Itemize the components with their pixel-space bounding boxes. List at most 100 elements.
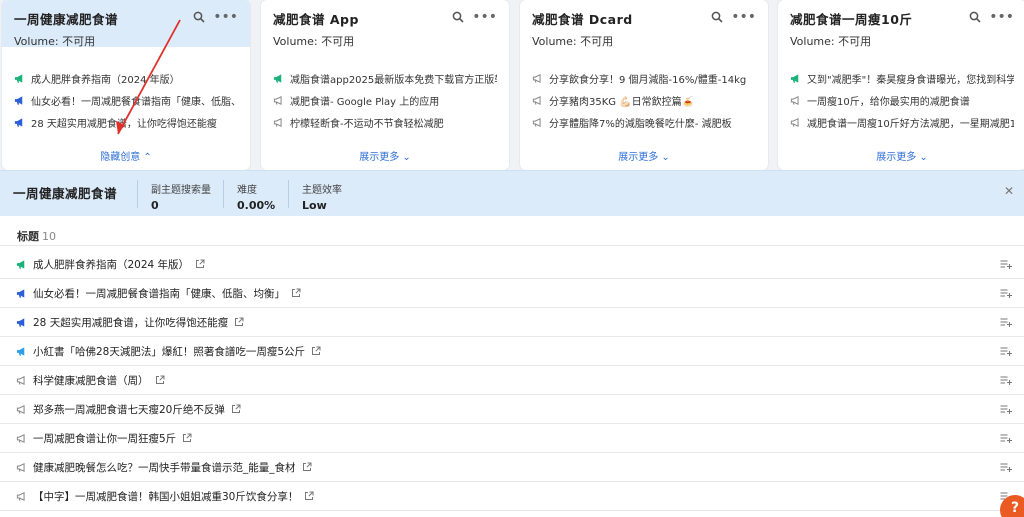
show-more-toggle[interactable]: 展示更多 ⌄ [778, 148, 1024, 163]
card-line-text: 减脂食谱app2025最新版本免费下载官方正版软件 [290, 74, 497, 86]
card-line: 28 天超实用减肥食谱，让你吃得饱还能瘦 [14, 111, 238, 133]
add-to-list-icon[interactable] [1000, 288, 1012, 299]
keyword-card-4[interactable]: 减肥食谱一周瘦10斤 Volume: 不可用 ••• 又到"减肥季"！秦昊瘦身食… [778, 0, 1024, 170]
divider [137, 180, 138, 208]
add-to-list-icon[interactable] [1000, 462, 1012, 473]
detail-header: 一周健康减肥食谱 副主题搜索量 0 难度 0.00% 主题效率 Low ✕ [0, 170, 1024, 216]
headline-text: 科学健康减肥食谱（周） [33, 374, 149, 387]
card-line: 成人肥胖食养指南（2024 年版） [14, 67, 238, 89]
card-line: 一周瘦10斤，给你最实用的减肥食谱 [790, 89, 1014, 111]
card-line: 分享體脂降7%的減脂晚餐吃什麼- 減肥板 [532, 111, 756, 133]
table-row[interactable]: 成人肥胖食养指南（2024 年版） [0, 250, 1024, 279]
topic-detail-panel: 一周健康减肥食谱 副主题搜索量 0 难度 0.00% 主题效率 Low ✕ 标题… [0, 170, 1024, 517]
headlines-section-header: 标题 10 [0, 216, 1024, 246]
search-icon[interactable] [193, 11, 205, 23]
add-to-list-icon[interactable] [1000, 433, 1012, 444]
show-more-toggle[interactable]: 展示更多 ⌄ [261, 148, 509, 163]
more-options-icon[interactable]: ••• [989, 10, 1014, 24]
megaphone-outline-icon [273, 117, 282, 127]
external-link-icon[interactable] [302, 462, 312, 472]
card-line-text: 分享體脂降7%的減脂晚餐吃什麼- 減肥板 [549, 118, 732, 130]
megaphone-outline-icon [273, 95, 282, 105]
headline-text: 28 天超实用减肥食谱，让你吃得饱还能瘦 [33, 316, 229, 329]
megaphone-icon [273, 73, 282, 83]
chevron-down-icon: ⌄ [661, 152, 670, 163]
add-to-list-icon[interactable] [1000, 317, 1012, 328]
card-line-text: 又到"减肥季"！秦昊瘦身食谱曝光，您找到科学减肥... [807, 74, 1014, 86]
divider [223, 180, 224, 208]
stat-subtopic-volume: 副主题搜索量 0 [151, 185, 211, 212]
card-volume: Volume: 不可用 [790, 35, 872, 48]
chevron-down-icon: ⌄ [402, 152, 411, 163]
card-line-text: 柠檬轻断食-不运动不节食轻松减肥 [290, 118, 444, 130]
megaphone-outline-icon [532, 117, 541, 127]
card-volume: Volume: 不可用 [14, 35, 96, 48]
card-line-text: 分享飲食分享！9 個月減脂-16%/體重-14kg [549, 74, 747, 86]
card-line: 仙女必看！一周减肥餐食谱指南「健康、低脂、均衡」 [14, 89, 238, 111]
external-link-icon[interactable] [304, 491, 314, 501]
table-row[interactable]: 28 天超实用减肥食谱，让你吃得饱还能瘦 [0, 308, 1024, 337]
card-line: 柠檬轻断食-不运动不节食轻松减肥 [273, 111, 497, 133]
add-to-list-icon[interactable] [1000, 375, 1012, 386]
card-header: 减肥食谱 Dcard Volume: 不可用 ••• [520, 0, 768, 48]
megaphone-icon [16, 259, 25, 269]
search-icon[interactable] [969, 11, 981, 23]
megaphone-outline-icon [16, 491, 25, 501]
search-icon[interactable] [711, 11, 723, 23]
card-line: 分享飲食分享！9 個月減脂-16%/體重-14kg [532, 67, 756, 89]
card-line: 减脂食谱app2025最新版本免费下载官方正版软件 [273, 67, 497, 89]
more-options-icon[interactable]: ••• [731, 10, 756, 24]
add-to-list-icon[interactable] [1000, 404, 1012, 415]
headline-text: 【中字】一周减肥食谱！韩国小姐姐减重30斤饮食分享！ [33, 490, 299, 503]
megaphone-icon [14, 117, 23, 127]
table-row[interactable]: 小紅書「哈佛28天減肥法」爆紅！照著食譜吃一周瘦5公斤 [0, 337, 1024, 366]
help-badge[interactable]: ? [1000, 495, 1024, 517]
external-link-icon[interactable] [195, 259, 205, 269]
card-line: 减肥食谱一周瘦10斤好方法减肥，一星期减肥10斤如... [790, 111, 1014, 133]
table-row[interactable]: 健康减肥晚餐怎么吃？一周快手带量食谱示范_能量_食材 [0, 453, 1024, 482]
table-row[interactable]: 【中字】一周减肥食谱！韩国小姐姐减重30斤饮食分享！ [0, 482, 1024, 511]
chevron-down-icon: ⌄ [919, 152, 928, 163]
keyword-card-3[interactable]: 减肥食谱 Dcard Volume: 不可用 ••• 分享飲食分享！9 個月減脂… [520, 0, 768, 170]
external-link-icon[interactable] [311, 346, 321, 356]
megaphone-icon [16, 346, 25, 356]
headline-text: 健康减肥晚餐怎么吃？一周快手带量食谱示范_能量_食材 [33, 461, 296, 474]
chevron-up-icon: ⌃ [143, 152, 152, 163]
card-line-text: 减肥食谱- Google Play 上的应用 [290, 96, 440, 108]
megaphone-icon [16, 317, 25, 327]
search-icon[interactable] [452, 11, 464, 23]
card-volume: Volume: 不可用 [273, 35, 355, 48]
card-line: 又到"减肥季"！秦昊瘦身食谱曝光，您找到科学减肥... [790, 67, 1014, 89]
divider [288, 180, 289, 208]
external-link-icon[interactable] [234, 317, 244, 327]
stat-topic-efficiency: 主题效率 Low [302, 185, 342, 212]
card-line: 减肥食谱- Google Play 上的应用 [273, 89, 497, 111]
table-row[interactable]: 仙女必看！一周减肥餐食谱指南「健康、低脂、均衡」 [0, 279, 1024, 308]
hide-creatives-toggle[interactable]: 隐藏创意 ⌃ [2, 148, 250, 163]
more-options-icon[interactable]: ••• [213, 10, 238, 24]
add-to-list-icon[interactable] [1000, 259, 1012, 270]
card-line-text: 一周瘦10斤，给你最实用的减肥食谱 [807, 96, 970, 108]
more-options-icon[interactable]: ••• [472, 10, 497, 24]
add-to-list-icon[interactable] [1000, 346, 1012, 357]
close-icon[interactable]: ✕ [1004, 184, 1014, 198]
external-link-icon[interactable] [155, 375, 165, 385]
table-row[interactable]: 科学健康减肥食谱（周） [0, 366, 1024, 395]
table-row[interactable]: 一周减肥食谱让你一周狂瘦5斤 [0, 424, 1024, 453]
show-more-toggle[interactable]: 展示更多 ⌄ [520, 148, 768, 163]
megaphone-outline-icon [16, 433, 25, 443]
table-row[interactable]: 郑多燕一周减肥食谱七天瘦20斤绝不反弹 [0, 395, 1024, 424]
external-link-icon[interactable] [231, 404, 241, 414]
card-volume: Volume: 不可用 [532, 35, 614, 48]
megaphone-outline-icon [790, 117, 799, 127]
card-line: 分享豬肉35KG 💪🏻日常飲控篇🍝 [532, 89, 756, 111]
megaphone-icon [14, 73, 23, 83]
card-header: 减肥食谱一周瘦10斤 Volume: 不可用 ••• [778, 0, 1024, 48]
keyword-card-2[interactable]: 减肥食谱 App Volume: 不可用 ••• 减脂食谱app2025最新版本… [261, 0, 509, 170]
external-link-icon[interactable] [291, 288, 301, 298]
keyword-card-1[interactable]: 一周健康减肥食谱 Volume: 不可用 ••• 成人肥胖食养指南（2024 年… [2, 0, 250, 170]
card-line-text: 减肥食谱一周瘦10斤好方法减肥，一星期减肥10斤如... [807, 118, 1014, 130]
headline-text: 小紅書「哈佛28天減肥法」爆紅！照著食譜吃一周瘦5公斤 [33, 345, 306, 358]
external-link-icon[interactable] [182, 433, 192, 443]
detail-title: 一周健康减肥食谱 [13, 186, 118, 201]
